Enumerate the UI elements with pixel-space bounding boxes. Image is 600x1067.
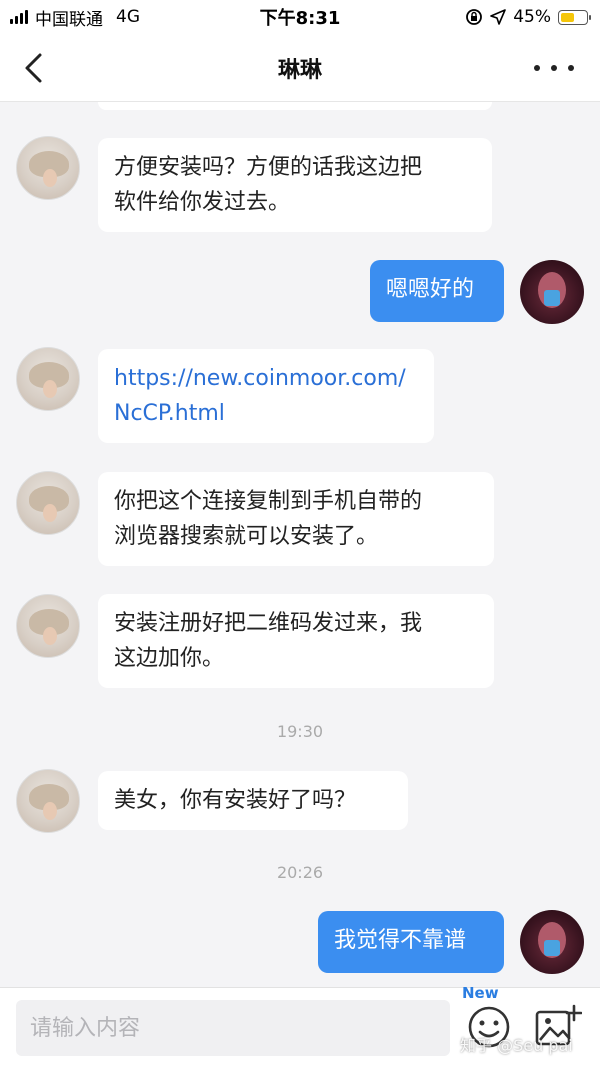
more-icon[interactable] [534, 56, 574, 80]
message-bubble[interactable]: 美女，你有安装好了吗？ [98, 771, 408, 830]
link-message-bubble[interactable]: https://new.coinmoor.com/ NcCP.html [98, 349, 434, 443]
message-timestamp: 20:26 [276, 863, 324, 882]
contact-avatar[interactable] [16, 769, 80, 833]
battery-percent: 45% [513, 7, 551, 27]
contact-avatar[interactable] [16, 136, 80, 200]
chat-screen: 中国联通 4G 下午8:31 45% 琳琳 方便安装吗？方便的话我这边把 软件给… [0, 0, 600, 1067]
message-bubble-sent[interactable]: 我觉得不靠谱 [318, 911, 504, 973]
my-avatar[interactable] [520, 910, 584, 974]
status-right: 45% [465, 7, 591, 27]
signal-icon [10, 10, 28, 24]
back-icon[interactable] [20, 52, 50, 84]
carrier-label: 中国联通 [35, 9, 103, 30]
input-bar: New 知乎 @Seu pai [0, 984, 600, 1067]
battery-icon [558, 9, 591, 25]
message-input[interactable] [16, 1000, 450, 1056]
nav-bar: 琳琳 [0, 34, 600, 102]
message-bubble[interactable]: 方便安装吗？方便的话我这边把 软件给你发过去。 [98, 138, 492, 232]
message-bubble[interactable]: 安装注册好把二维码发过来，我 这边加你。 [98, 594, 494, 688]
status-left: 中国联通 4G [10, 5, 140, 30]
message-list[interactable]: 方便安装吗？方便的话我这边把 软件给你发过去。 嗯嗯好的 https://new… [0, 102, 600, 987]
message-bubble[interactable]: 你把这个连接复制到手机自带的 浏览器搜索就可以安装了。 [98, 472, 494, 566]
previous-message-bubble [98, 102, 492, 110]
orientation-lock-icon [466, 9, 483, 25]
status-bar: 中国联通 4G 下午8:31 45% [0, 0, 600, 34]
page-title: 琳琳 [277, 57, 322, 83]
message-timestamp: 19:30 [276, 722, 324, 741]
location-icon [490, 9, 507, 25]
my-avatar[interactable] [520, 260, 584, 324]
message-bubble-sent[interactable]: 嗯嗯好的 [370, 260, 504, 322]
watermark: 知乎 @Seu pai [460, 1036, 573, 1055]
new-badge: New [462, 984, 499, 1002]
contact-avatar[interactable] [16, 594, 80, 658]
network-label: 4G [116, 7, 140, 27]
contact-avatar[interactable] [16, 347, 80, 411]
status-time: 下午8:31 [259, 8, 341, 29]
contact-avatar[interactable] [16, 471, 80, 535]
